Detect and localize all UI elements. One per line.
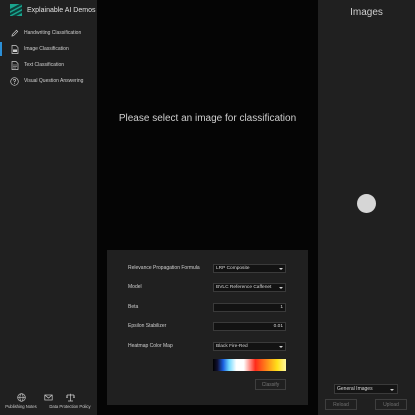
publishing-notes-link[interactable]: Publishing Notes <box>2 390 40 409</box>
colormap-select[interactable]: Black Fire-Red <box>213 342 286 351</box>
select-image-prompt: Please select an image for classificatio… <box>118 113 297 124</box>
beta-input[interactable]: 1 <box>213 303 286 312</box>
colormap-value: Black Fire-Red <box>216 344 248 349</box>
beta-row: Beta 1 <box>128 303 288 313</box>
sidebar-item-image-classification[interactable]: Image Classification <box>0 41 97 57</box>
main-content: Please select an image for classificatio… <box>97 0 318 415</box>
model-value: BVLC Reference Caffenet <box>216 285 272 290</box>
formula-select[interactable]: LRP Composite <box>213 264 286 273</box>
epsilon-label: Epsilon Stabilizer <box>128 323 167 329</box>
colormap-preview <box>213 359 286 371</box>
sidebar-item-label: Handwriting Classification <box>24 30 82 36</box>
sidebar-nav: Handwriting Classification Image Classif… <box>0 25 97 89</box>
loading-spinner <box>357 194 376 213</box>
globe-icon <box>16 393 26 402</box>
chevron-down-icon <box>279 268 283 270</box>
upload-button[interactable]: Upload <box>375 399 407 410</box>
images-panel: Images General Images Reload Upload <box>318 0 415 415</box>
footer-link-label: Data Protection Policy <box>49 404 91 409</box>
chevron-down-icon <box>390 389 394 391</box>
image-set-select[interactable]: General Images <box>334 384 398 394</box>
image-set-value: General Images <box>337 386 373 392</box>
reload-button[interactable]: Reload <box>325 399 357 410</box>
image-file-icon <box>10 44 19 54</box>
classify-button[interactable]: Classify <box>255 379 286 390</box>
app-logo-icon <box>10 4 22 16</box>
question-circle-icon <box>10 76 19 86</box>
epsilon-input[interactable]: 0.01 <box>213 322 286 331</box>
footer-links: Publishing Notes Data Protection Policy <box>0 390 97 415</box>
footer-link-label: Publishing Notes <box>5 404 37 409</box>
colormap-label: Heatmap Color Map <box>128 343 173 349</box>
formula-row: Relevance Propagation Formula LRP Compos… <box>128 264 288 274</box>
sidebar: Explainable AI Demos Handwriting Classif… <box>0 0 97 415</box>
chevron-down-icon <box>279 346 283 348</box>
app-title: Explainable AI Demos <box>27 6 96 14</box>
beta-label: Beta <box>128 304 139 310</box>
sidebar-item-visual-question-answering[interactable]: Visual Question Answering <box>0 73 97 89</box>
colormap-row: Heatmap Color Map Black Fire-Red <box>128 342 288 352</box>
model-row: Model BVLC Reference Caffenet <box>128 283 288 293</box>
pencil-icon <box>10 29 19 38</box>
data-protection-policy-link[interactable]: Data Protection Policy <box>46 390 94 409</box>
images-title: Images <box>350 7 383 18</box>
sidebar-footer: Publishing Notes Data Protection Policy <box>0 390 97 415</box>
model-select[interactable]: BVLC Reference Caffenet <box>213 283 286 292</box>
settings-panel: Relevance Propagation Formula LRP Compos… <box>107 250 308 405</box>
scales-icon <box>65 393 75 402</box>
model-label: Model <box>128 284 142 290</box>
text-file-icon <box>10 60 19 70</box>
sidebar-item-text-classification[interactable]: Text Classification <box>0 57 97 73</box>
sidebar-item-handwriting-classification[interactable]: Handwriting Classification <box>0 25 97 41</box>
sidebar-item-label: Text Classification <box>24 62 65 68</box>
sidebar-item-label: Visual Question Answering <box>24 78 84 84</box>
sidebar-item-label: Image Classification <box>24 46 69 52</box>
formula-value: LRP Composite <box>216 266 250 271</box>
epsilon-row: Epsilon Stabilizer 0.01 <box>128 322 288 332</box>
chevron-down-icon <box>279 287 283 289</box>
formula-label: Relevance Propagation Formula <box>128 265 200 271</box>
app-brand[interactable]: Explainable AI Demos <box>10 4 95 16</box>
